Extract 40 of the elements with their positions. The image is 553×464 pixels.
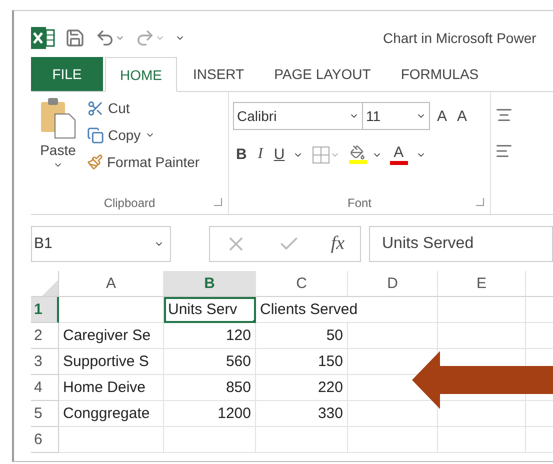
shrink-font-button[interactable]: A xyxy=(454,108,470,124)
column-header[interactable]: B xyxy=(164,271,256,297)
borders-icon[interactable] xyxy=(312,146,340,164)
row-header[interactable]: 1 xyxy=(31,297,59,323)
undo-icon[interactable] xyxy=(95,28,125,48)
grow-font-button[interactable]: A xyxy=(434,108,450,124)
fill-color-icon[interactable] xyxy=(348,145,367,164)
file-tab[interactable]: FILE xyxy=(31,57,103,91)
font-color-button[interactable]: A xyxy=(386,144,411,165)
row-header[interactable]: 2 xyxy=(31,323,59,349)
copy-button[interactable]: Copy xyxy=(87,123,200,147)
format-painter-button[interactable]: Format Painter xyxy=(87,150,200,174)
font-size-field[interactable]: 11 xyxy=(362,102,430,130)
table-cell[interactable]: Units Serv xyxy=(164,297,256,323)
row-header[interactable]: 3 xyxy=(31,349,59,375)
redo-icon[interactable] xyxy=(135,28,165,48)
row-header[interactable]: 5 xyxy=(31,401,59,427)
font-name-field[interactable]: Calibri xyxy=(233,102,363,130)
spreadsheet-app-icon xyxy=(31,27,55,49)
underline-button[interactable]: U xyxy=(270,146,288,163)
dialog-launcher-icon[interactable] xyxy=(476,198,484,206)
cut-button[interactable]: Cut xyxy=(87,96,200,120)
window-title: Chart in Microsoft Power xyxy=(383,30,538,46)
copy-icon xyxy=(87,126,104,144)
row-header[interactable]: 4 xyxy=(31,375,59,401)
group-label: Clipboard xyxy=(104,196,156,210)
save-icon[interactable] xyxy=(65,28,85,48)
row-header[interactable]: 6 xyxy=(31,427,59,453)
paste-button[interactable]: Paste xyxy=(35,96,81,192)
insert-function-button[interactable]: fx xyxy=(330,232,345,254)
ribbon-tab[interactable]: HOME xyxy=(105,57,177,92)
scissors-icon xyxy=(87,100,104,116)
dialog-launcher-icon[interactable] xyxy=(214,198,222,206)
name-box[interactable]: B1 xyxy=(31,226,171,262)
bold-button[interactable]: B xyxy=(233,146,250,163)
formula-field[interactable]: Units Served xyxy=(369,226,553,262)
group-label: Font xyxy=(347,196,372,210)
italic-button[interactable]: I xyxy=(254,146,266,163)
paintbrush-icon xyxy=(87,154,103,170)
clipboard-icon xyxy=(39,96,77,140)
